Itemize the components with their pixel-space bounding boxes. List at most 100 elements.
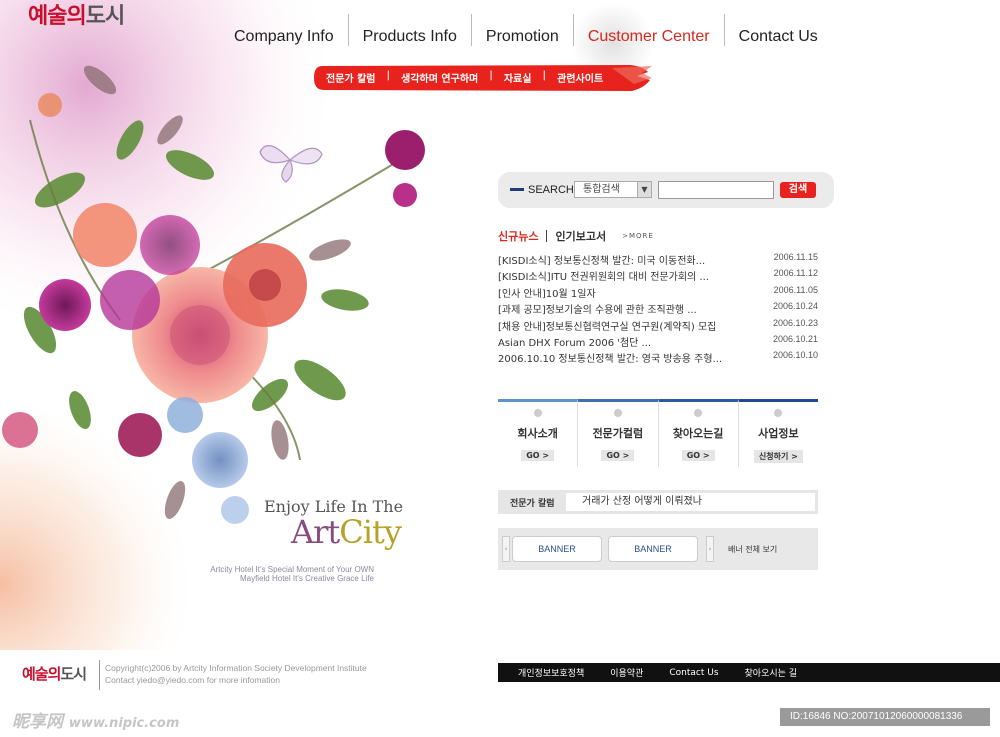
news-date: 2006.11.12 [773, 268, 818, 279]
news-date: 2006.11.15 [773, 252, 818, 262]
news-date: 2006.10.10 [772, 350, 818, 361]
footer-link-directions[interactable]: 찾아오시는 길 [745, 666, 798, 679]
search-button[interactable]: 검색 [780, 182, 816, 198]
list-item[interactable]: [인사 안내]10월 1일자 2006.11.05 [498, 285, 818, 301]
footer-links: 개인정보보호정책 이용약관 Contact Us 찾아오시는 길 [498, 663, 1000, 682]
list-item[interactable]: [KISDI소식] 정보통신정책 발간: 미국 이동전화... 2006.11.1… [498, 252, 818, 268]
go-button[interactable]: GO > [521, 450, 555, 461]
subnav-library[interactable]: 자료실 [504, 70, 532, 85]
quick-link-label: 사업정보 [758, 427, 799, 440]
footer-logo[interactable]: 예술의도시 [22, 663, 87, 684]
quick-link-label: 찾아오는길 [672, 427, 724, 440]
search-bar: SEARCH 통합검색 ▼ 검색 [498, 172, 834, 208]
tagline-caption: Artcity Hotel It's Special Moment of You… [186, 565, 374, 583]
quick-links: 회사소개 GO > 전문가컬럼 GO > 찾아오는길 GO > 사업정보 신청하… [498, 399, 818, 467]
news-date: 2006.10.23 [772, 317, 818, 328]
bullet-icon [613, 409, 622, 417]
list-item[interactable]: [과제 공모]정보기술의 수용에 관한 조직관행 ... 2006.10.24 [498, 301, 818, 317]
search-category-value: 통합검색 [583, 184, 620, 195]
quick-link-expert-column[interactable]: 전문가컬럼 GO > [578, 399, 659, 467]
banner-item[interactable]: BANNER [608, 536, 698, 562]
footer-logo-main: 예술의 [22, 665, 61, 683]
search-input[interactable] [658, 181, 774, 199]
bullet-icon [533, 409, 542, 417]
news-title: [인사 안내]10월 1일자 [498, 288, 596, 300]
nav-contact-us[interactable]: Contact Us [725, 14, 832, 54]
news-title: Asian DHX Forum 2006 '첨단 ... [498, 337, 652, 349]
news-date: 2006.10.24 [772, 301, 818, 312]
footer-link-privacy[interactable]: 개인정보보호정책 [518, 666, 584, 679]
expert-column-label: 전문가 칼럼 [510, 499, 555, 509]
tagline-city: City [339, 513, 402, 551]
tab-popular-reports[interactable]: 인기보고서 [555, 228, 606, 244]
quick-link-label: 전문가컬럼 [592, 427, 644, 440]
logo-text-sub: 도시 [85, 4, 125, 29]
search-label: SEARCH [528, 184, 574, 196]
quick-link-label: 회사소개 [517, 427, 558, 440]
bullet-icon [694, 409, 703, 417]
bullet-icon [774, 409, 783, 417]
top-navigation: Company Info Products Info Promotion Cus… [220, 14, 832, 54]
subnav-related-sites[interactable]: 관련사이트 [557, 70, 603, 85]
banner-next-button[interactable]: › [706, 536, 714, 562]
copyright: Copyright(c)2006 by Artcity Information … [105, 662, 367, 686]
nav-company-info[interactable]: Company Info [220, 14, 348, 54]
banner-strip: ‹ BANNER BANNER › 배너 전체 보기 [498, 528, 818, 570]
subnav-separator: | [386, 70, 391, 81]
tagline-artcity: ArtCity [291, 513, 402, 551]
news-date: 2006.10.21 [772, 333, 818, 344]
news-title: 2006.10.10 정보통신정책 발간: 영국 방송용 주형... [498, 354, 723, 366]
subnav-separator: | [542, 70, 547, 81]
list-item[interactable]: [채용 안내]정보통신협력연구실 연구원(계약직) 모집 2006.10.23 [498, 318, 818, 334]
apply-button[interactable]: 신청하기 > [753, 450, 803, 463]
news-title: [채용 안내]정보통신협력연구실 연구원(계약직) 모집 [498, 321, 717, 333]
nav-promotion[interactable]: Promotion [472, 14, 573, 54]
news-title: [KISDI소식]ITU 전권위원회의 대비 전문가회의 ... [498, 272, 709, 284]
logo-text-main: 예술의 [28, 4, 87, 29]
footer-link-terms[interactable]: 이용약관 [610, 666, 643, 679]
subnav-research[interactable]: 생각하며 연구하며 [401, 70, 478, 85]
quick-link-business-info[interactable]: 사업정보 신청하기 > [738, 399, 818, 467]
expert-column-bar: 전문가 칼럼 거래가 산정 어떻게 이뤄졌나 [498, 490, 818, 514]
sub-navigation: 전문가 칼럼 | 생각하며 연구하며 | 자료실 | 관련사이트 [312, 64, 652, 92]
watermark-site-name: 昵享网 [12, 712, 63, 732]
go-button[interactable]: GO > [601, 450, 635, 461]
chevron-down-icon[interactable]: ▼ [637, 182, 651, 197]
tagline-art: Art [291, 513, 340, 551]
list-item[interactable]: 2006.10.10 정보통신정책 발간: 영국 방송용 주형... 2006.1… [498, 350, 818, 366]
caption-line-2: Mayfield Hotel It's Creative Grace Life [239, 574, 374, 583]
list-item[interactable]: Asian DHX Forum 2006 '첨단 ... 2006.10.21 [498, 334, 818, 350]
go-button[interactable]: GO > [681, 450, 715, 461]
site-logo[interactable]: 예술의도시 [28, 0, 125, 30]
search-marker-icon [510, 188, 524, 191]
copyright-line-2: Contact yiedo@yiedo.com for more infomat… [105, 675, 280, 685]
tab-divider [546, 230, 548, 242]
news-list: [KISDI소식] 정보통신정책 발간: 미국 이동전화... 2006.11.1… [498, 252, 818, 367]
view-all-banners-link[interactable]: 배너 전체 보기 [728, 544, 777, 555]
news-date: 2006.11.05 [773, 284, 818, 295]
tab-new-news[interactable]: 신규뉴스 [498, 228, 538, 244]
banner-item[interactable]: BANNER [512, 536, 602, 562]
banner-prev-button[interactable]: ‹ [502, 536, 510, 562]
subnav-expert-column[interactable]: 전문가 칼럼 [326, 70, 375, 85]
nav-products-info[interactable]: Products Info [349, 14, 471, 54]
flower-artwork [0, 0, 470, 650]
footer-divider [99, 660, 100, 690]
quick-link-company[interactable]: 회사소개 GO > [498, 399, 579, 467]
watermark-url: www.nipic.com [68, 716, 180, 731]
quick-link-directions[interactable]: 찾아오는길 GO > [658, 399, 739, 467]
caption-line-1: Artcity Hotel It's Special Moment of You… [210, 565, 374, 574]
more-link[interactable]: >MORE [622, 232, 654, 240]
watermark-id: ID:16846 NO:20071012060000081336 [780, 708, 990, 726]
news-title: [과제 공모]정보기술의 수용에 관한 조직관행 ... [498, 305, 697, 317]
news-title: [KISDI소식] 정보통신정책 발간: 미국 이동전화... [498, 256, 706, 267]
copyright-line-1: Copyright(c)2006 by Artcity Information … [105, 663, 367, 673]
footer-link-contact[interactable]: Contact Us [669, 668, 718, 678]
expert-column-headline[interactable]: 거래가 산정 어떻게 이뤄졌나 [566, 493, 815, 511]
watermark-site: 昵享网 www.nipic.com [12, 707, 179, 732]
search-category-select[interactable]: 통합검색 ▼ [574, 181, 652, 198]
footer-logo-sub: 도시 [60, 665, 87, 683]
subnav-separator: | [489, 70, 493, 81]
list-item[interactable]: [KISDI소식]ITU 전권위원회의 대비 전문가회의 ... 2006.11.… [498, 268, 818, 284]
nav-customer-center[interactable]: Customer Center [574, 14, 724, 54]
